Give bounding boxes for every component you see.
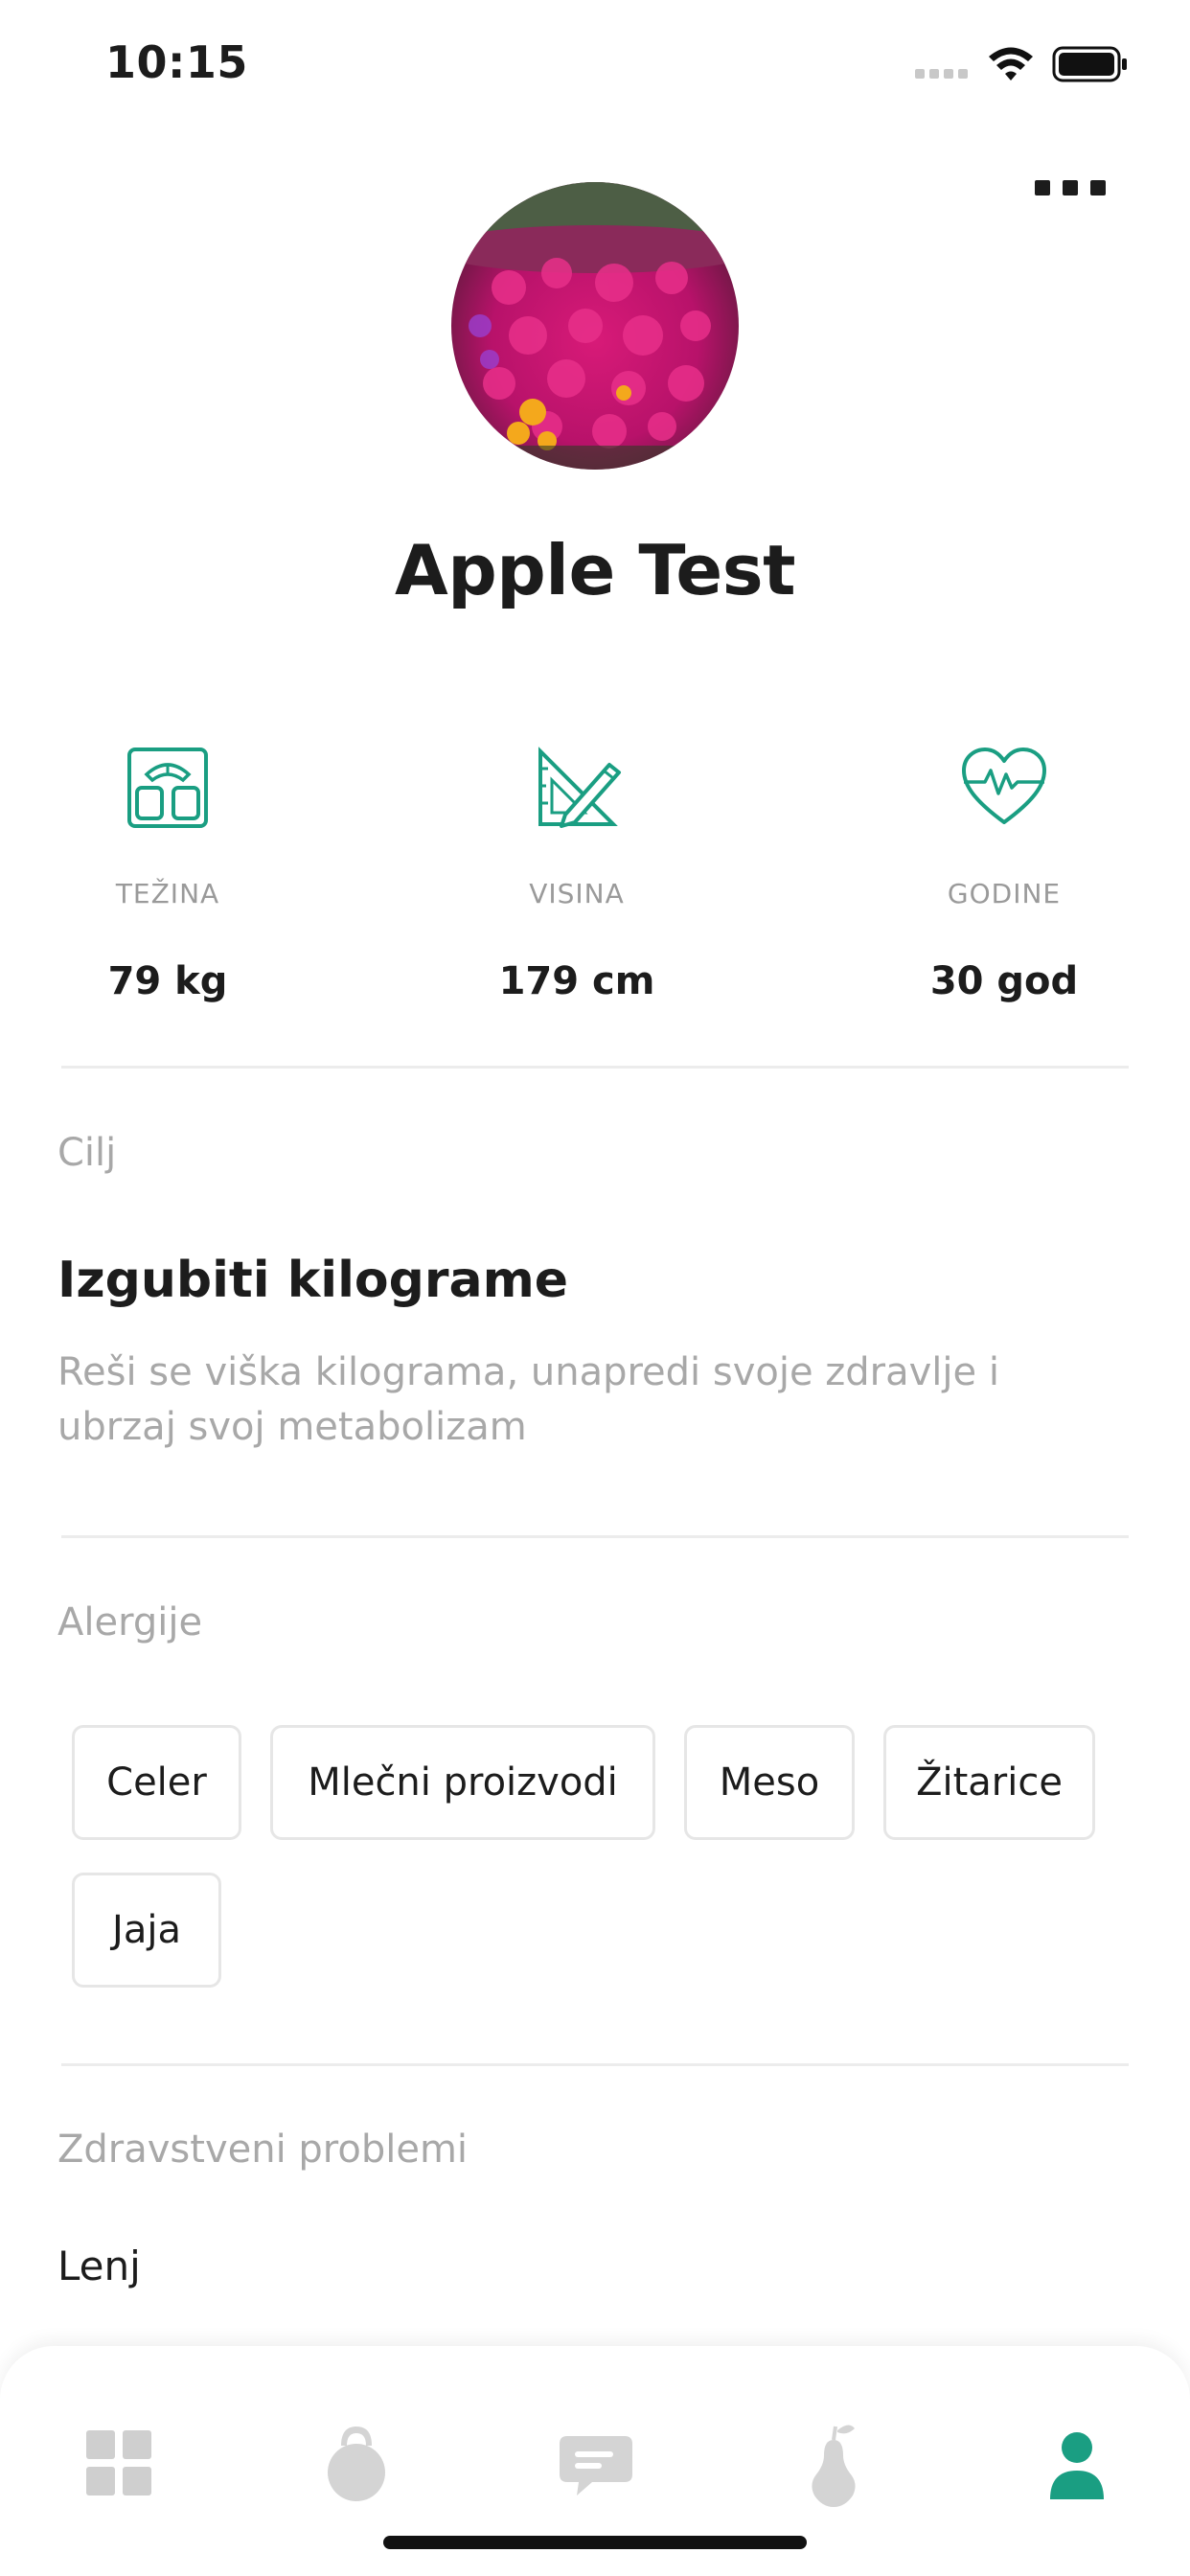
allergy-chip[interactable]: Meso xyxy=(684,1725,855,1840)
tab-chat[interactable] xyxy=(548,2417,644,2513)
allergy-chip[interactable]: Jaja xyxy=(72,1873,221,1988)
stat-height-value: 179 cm xyxy=(498,959,655,1003)
allergy-chip[interactable]: Mlečni proizvodi xyxy=(270,1725,655,1840)
profile-name: Apple Test xyxy=(394,530,796,610)
chat-bubble-icon xyxy=(560,2436,632,2496)
health-problem-value: Lenj xyxy=(57,2242,141,2289)
battery-icon xyxy=(1052,46,1127,82)
goal-title: Izgubiti kilograme xyxy=(57,1252,569,1309)
tab-nutrition[interactable] xyxy=(786,2417,881,2513)
stat-age-value: 30 god xyxy=(929,959,1079,1003)
stat-weight-value: 79 kg xyxy=(107,959,228,1003)
stat-age-label: GODINE xyxy=(947,878,1062,909)
tab-profile[interactable] xyxy=(1029,2417,1125,2513)
cellular-signal-icon xyxy=(915,69,969,79)
grid-icon xyxy=(86,2430,151,2496)
stat-height: VISINA 179 cm xyxy=(433,740,721,1003)
heart-pulse-icon xyxy=(962,748,1046,824)
more-options-button[interactable] xyxy=(1035,180,1106,197)
stat-weight-label: TEŽINA xyxy=(115,878,220,909)
divider xyxy=(61,2063,1129,2066)
allergy-chip[interactable]: Celer xyxy=(72,1725,241,1840)
health-section-title: Zdravstveni problemi xyxy=(57,2128,469,2172)
tab-dashboard[interactable] xyxy=(71,2417,167,2513)
tab-workouts[interactable] xyxy=(309,2417,404,2513)
avatar[interactable] xyxy=(451,182,739,470)
stat-weight: TEŽINA 79 kg xyxy=(24,740,311,1003)
stat-age: GODINE 30 god xyxy=(860,740,1148,1003)
wifi-icon xyxy=(989,47,1033,80)
user-icon xyxy=(1050,2432,1104,2499)
status-time: 10:15 xyxy=(105,36,248,88)
goal-section-title: Cilj xyxy=(57,1131,117,1175)
pear-icon xyxy=(812,2425,856,2507)
kettlebell-icon xyxy=(328,2426,385,2501)
ruler-pencil-icon xyxy=(538,747,621,828)
stat-height-label: VISINA xyxy=(529,878,625,909)
allergy-chip[interactable]: Žitarice xyxy=(883,1725,1095,1840)
allergies-section-title: Alergije xyxy=(57,1600,203,1644)
divider xyxy=(61,1066,1129,1069)
home-indicator[interactable] xyxy=(383,2536,807,2549)
divider xyxy=(61,1535,1129,1538)
scale-icon xyxy=(127,748,208,828)
goal-description: Reši se viška kilograma, unapredi svoje … xyxy=(57,1350,999,1449)
